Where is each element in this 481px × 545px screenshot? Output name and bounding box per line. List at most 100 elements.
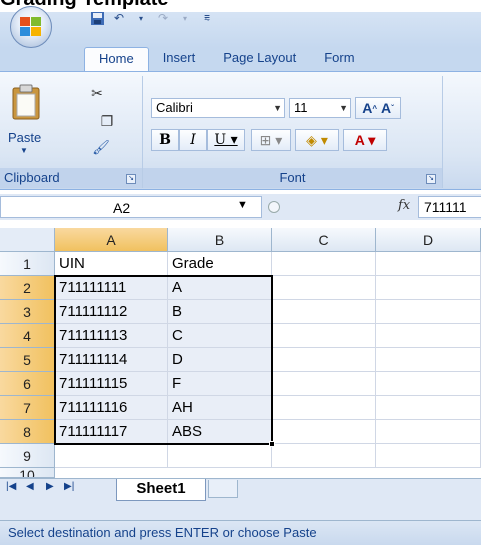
cell-c9[interactable] [272,444,376,468]
cell-d6[interactable] [376,372,481,396]
fill-handle[interactable] [269,441,275,447]
next-sheet-icon[interactable]: ▶ [46,481,54,492]
tab-insert[interactable]: Insert [149,47,210,71]
column-header-d[interactable]: D [376,228,481,252]
cell-b3[interactable]: B [168,300,272,324]
cell-c7[interactable] [272,396,376,420]
row-header[interactable]: 8 [0,420,55,444]
cell-b6[interactable]: F [168,372,272,396]
tab-page-layout[interactable]: Page Layout [209,47,310,71]
cell-d4[interactable] [376,324,481,348]
row-header[interactable]: 5 [0,348,55,372]
redo-icon[interactable]: ↷ [154,9,172,27]
paste-icon[interactable] [12,84,40,120]
cell-a1[interactable]: UIN [55,252,168,276]
insert-function-icon[interactable]: fx [398,198,410,213]
cell-b9[interactable] [168,444,272,468]
cell-d3[interactable] [376,300,481,324]
cell-a9[interactable] [55,444,168,468]
cell-c5[interactable] [272,348,376,372]
font-name-combo[interactable]: Calibri ▼ [151,98,285,118]
underline-button[interactable]: U ▾ [207,129,245,151]
select-all-corner[interactable] [0,228,55,252]
insert-sheet-icon[interactable] [208,480,238,498]
cell-b4[interactable]: C [168,324,272,348]
cell-a4[interactable]: 711111113 [55,324,168,348]
font-size-dropdown-icon[interactable]: ▼ [339,99,348,117]
cell-c8[interactable] [272,420,376,444]
cell-d1[interactable] [376,252,481,276]
tab-formulas[interactable]: Form [310,47,368,71]
column-header-a[interactable]: A [55,228,168,252]
office-button[interactable] [10,6,52,48]
first-sheet-icon[interactable]: |◀ [6,481,16,492]
cell-c4[interactable] [272,324,376,348]
cell-b5[interactable]: D [168,348,272,372]
last-sheet-icon[interactable]: ▶| [64,481,74,492]
cell-a8[interactable]: 711111117 [55,420,168,444]
paste-button[interactable]: Paste [8,130,41,145]
cell-d5[interactable] [376,348,481,372]
prev-sheet-icon[interactable]: ◀ [26,481,34,492]
ribbon: Paste ▼ ✂ ❐ 🖌 Clipboard ↘ Calibri ▼ 11 ▼… [0,71,481,190]
title-bar: Grading Template ↶ ▾ ↷ ▾ ⩳ [0,0,481,48]
row-header[interactable]: 10 [0,468,55,478]
cell-b1[interactable]: Grade [168,252,272,276]
cell-a3[interactable]: 711111112 [55,300,168,324]
undo-dropdown-icon[interactable]: ▾ [132,9,150,27]
tab-home[interactable]: Home [84,47,149,71]
cut-icon[interactable]: ✂ [88,84,106,102]
grow-font-button[interactable]: A ^ Aˇ [355,97,401,119]
save-icon[interactable] [88,9,106,27]
cell-a5[interactable]: 711111114 [55,348,168,372]
borders-button[interactable]: ⊞ ▾ [251,129,291,151]
name-box[interactable]: A2 ▼ [0,196,262,218]
cell-a2[interactable]: 711111111 [55,276,168,300]
bold-button[interactable]: B [151,129,179,151]
paste-dropdown-icon[interactable]: ▼ [20,146,28,155]
undo-icon[interactable]: ↶ [110,9,128,27]
worksheet-grid[interactable]: A B C D 1 2 3 4 5 6 7 8 9 10 UIN Grade 7… [0,228,481,478]
cell-c6[interactable] [272,372,376,396]
font-name-dropdown-icon[interactable]: ▼ [273,99,282,117]
cell-d7[interactable] [376,396,481,420]
cell-d8[interactable] [376,420,481,444]
ribbon-tabs: Home Insert Page Layout Form [84,47,369,71]
row-header[interactable]: 7 [0,396,55,420]
cell-d9[interactable] [376,444,481,468]
font-group-label: Font [143,168,442,188]
format-painter-icon[interactable]: 🖌 [92,138,110,156]
row-header[interactable]: 4 [0,324,55,348]
row-header[interactable]: 6 [0,372,55,396]
column-header-c[interactable]: C [272,228,376,252]
redo-dropdown-icon[interactable]: ▾ [176,9,194,27]
cell-b2[interactable]: A [168,276,272,300]
font-color-button[interactable]: A ▾ [343,129,387,151]
formula-bar-resize-icon[interactable] [268,201,280,213]
clipboard-group-label: Clipboard [0,168,142,188]
font-size-combo[interactable]: 11 ▼ [289,98,351,118]
row-header[interactable]: 9 [0,444,55,468]
cell-d2[interactable] [376,276,481,300]
copy-icon[interactable]: ❐ [98,112,116,130]
cell-c3[interactable] [272,300,376,324]
formula-bar: A2 ▼ fx 711111 [0,194,481,220]
row-header[interactable]: 3 [0,300,55,324]
customize-toolbar-icon[interactable]: ⩳ [198,9,216,27]
sheet-tab-sheet1[interactable]: Sheet1 [116,479,206,501]
column-header-b[interactable]: B [168,228,272,252]
cell-b7[interactable]: AH [168,396,272,420]
formula-input[interactable]: 711111 [418,196,481,218]
row-header[interactable]: 2 [0,276,55,300]
row-header[interactable]: 1 [0,252,55,276]
italic-button[interactable]: I [179,129,207,151]
fill-color-button[interactable]: ◈ ▾ [295,129,339,151]
cell-c1[interactable] [272,252,376,276]
cell-a6[interactable]: 711111115 [55,372,168,396]
cell-a7[interactable]: 711111116 [55,396,168,420]
cell-c2[interactable] [272,276,376,300]
name-box-dropdown-icon[interactable]: ▼ [237,199,248,211]
font-launcher-icon[interactable]: ↘ [426,174,436,184]
cell-b8[interactable]: ABS [168,420,272,444]
clipboard-launcher-icon[interactable]: ↘ [126,174,136,184]
